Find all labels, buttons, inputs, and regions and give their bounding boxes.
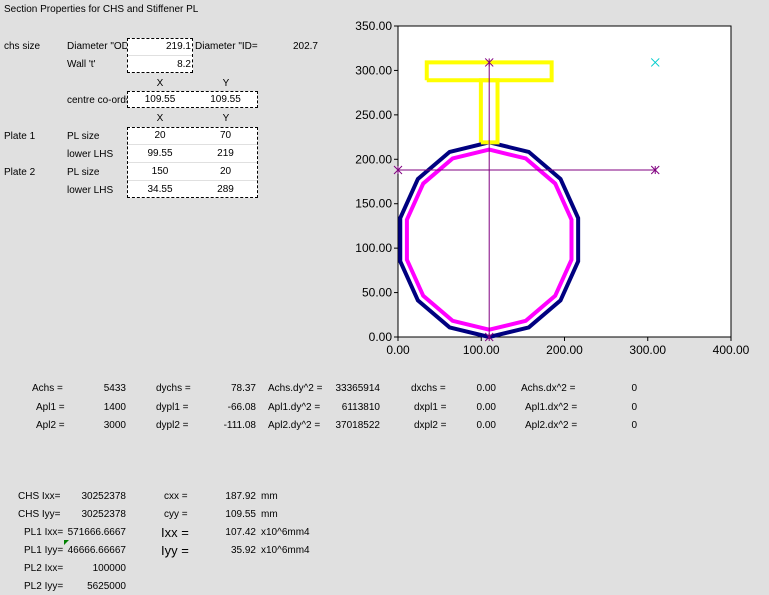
calc-label-dxpl1: dxpl1 = [414, 402, 447, 413]
plate1-size-y-input[interactable]: 70 [193, 127, 258, 144]
plate1-lhs-x-input[interactable]: 99.55 [127, 145, 193, 162]
comment-indicator-icon[interactable] [64, 540, 69, 545]
calc-value-apl2: 3000 [103, 420, 126, 431]
diameter-id-value: 202.7 [292, 41, 318, 52]
result-label-iyy: Iyy = [161, 543, 189, 558]
calc-value-achs: 5433 [103, 383, 126, 394]
plate2-lhs-x-input[interactable]: 34.55 [127, 181, 193, 198]
y-tick-label: 50.00 [362, 286, 392, 300]
y-header: Y [222, 78, 230, 89]
plate2-lhs-label: lower LHS [67, 185, 114, 196]
result-unit-cxx: mm [261, 491, 278, 502]
x-header: X [156, 78, 164, 89]
section-chart: 0.00 50.00 100.00 150.00 200.00 250.00 300.00 3… [355, 19, 750, 357]
calc-label-dxchs: dxchs = [411, 383, 446, 394]
calc-label-dychs: dychs = [156, 383, 191, 394]
centre-y-input[interactable]: 109.55 [193, 91, 258, 108]
result-value-ixx: 107.42 [225, 527, 256, 538]
inertia-value-pl2-ixx: 100000 [92, 563, 126, 574]
calc-label-dypl2: dypl2 = [156, 420, 189, 431]
centre-x-input[interactable]: 109.55 [127, 91, 193, 108]
calc-value-dychs: 78.37 [230, 383, 256, 394]
calc-value-achs-dx2: 0 [631, 383, 637, 394]
y-tick-label: 0.00 [369, 330, 393, 344]
centre-label: centre co-ords [67, 95, 131, 106]
plate1-lhs-y-input[interactable]: 219 [193, 145, 258, 162]
calc-value-dxchs: 0.00 [476, 383, 496, 394]
plate2-size-label: PL size [67, 167, 100, 178]
calc-value-apl1-dy2: 6113810 [341, 402, 380, 413]
inertia-value-pl2-iyy: 5625000 [87, 581, 126, 592]
plate2-size-x-input[interactable]: 150 [127, 163, 193, 180]
inertia-value-chs-iyy: 30252378 [81, 509, 127, 520]
y-tick-label: 250.00 [355, 108, 392, 122]
calc-value-dxpl1: 0.00 [476, 402, 496, 413]
calc-value-apl1: 1400 [103, 402, 126, 413]
x-tick-label: 100.00 [463, 343, 500, 357]
calc-label-apl1-dx2: Apl1.dx^2 = [525, 402, 578, 413]
x-header-2: X [156, 113, 164, 124]
plate1-size-x-input[interactable]: 20 [127, 127, 193, 144]
calc-label-achs-dx2: Achs.dx^2 = [521, 383, 576, 394]
result-value-iyy: 35.92 [230, 545, 256, 556]
result-label-cyy: cyy = [164, 509, 188, 520]
calc-label-apl2: Apl2 = [36, 420, 65, 431]
calc-value-dypl1: -66.08 [227, 402, 256, 413]
x-tick-label: 400.00 [713, 343, 750, 357]
calc-label-achs: Achs = [32, 383, 63, 394]
wall-thickness-input[interactable]: 8.2 [127, 56, 193, 73]
plate1-size-label: PL size [67, 131, 100, 142]
y-tick-label: 100.00 [355, 241, 392, 255]
calc-label-achs-dy2: Achs.dy^2 = [268, 383, 323, 394]
diameter-od-input[interactable]: 219.1 [127, 38, 193, 55]
result-value-cxx: 187.92 [225, 491, 256, 502]
calc-label-dxpl2: dxpl2 = [414, 420, 447, 431]
inertia-label-pl2-iyy: PL2 Iyy= [24, 581, 64, 592]
result-unit-ixx: x10^6mm4 [261, 527, 310, 538]
plate1-label: Plate 1 [4, 131, 36, 142]
calc-value-apl2-dy2: 37018522 [335, 420, 381, 431]
result-label-ixx: Ixx = [161, 525, 189, 540]
inertia-value-pl1-iyy: 46666.66667 [67, 545, 126, 556]
page-title: Section Properties for CHS and Stiffener… [4, 4, 199, 15]
calc-label-apl2-dy2: Apl2.dy^2 = [268, 420, 321, 431]
inertia-value-pl1-ixx: 571666.6667 [67, 527, 126, 538]
y-header-2: Y [222, 113, 230, 124]
plate2-label: Plate 2 [4, 167, 36, 178]
plate2-size-y-input[interactable]: 20 [193, 163, 258, 180]
y-tick-label: 300.00 [355, 63, 392, 77]
calc-value-dxpl2: 0.00 [476, 420, 496, 431]
result-unit-iyy: x10^6mm4 [261, 545, 310, 556]
calc-value-apl2-dx2: 0 [631, 420, 637, 431]
plate1-lhs-label: lower LHS [67, 149, 114, 160]
calc-value-apl1-dx2: 0 [631, 402, 637, 413]
plate2-lhs-y-input[interactable]: 289 [193, 181, 258, 198]
calc-value-dypl2: -111.08 [223, 420, 256, 431]
calc-label-apl1: Apl1 = [36, 402, 65, 413]
x-tick-label: 0.00 [386, 343, 410, 357]
wall-label: Wall 't' [67, 59, 96, 70]
y-tick-label: 200.00 [355, 152, 392, 166]
x-tick-label: 300.00 [629, 343, 666, 357]
calc-label-apl2-dx2: Apl2.dx^2 = [525, 420, 578, 431]
inertia-label-pl2-ixx: PL2 Ixx= [24, 563, 64, 574]
inertia-label-pl1-ixx: PL1 Ixx= [24, 527, 64, 538]
diameter-id-label: Diameter "ID= [195, 41, 258, 52]
result-label-cxx: cxx = [164, 491, 188, 502]
inertia-value-chs-ixx: 30252378 [81, 491, 127, 502]
result-unit-cyy: mm [261, 509, 278, 520]
y-tick-label: 150.00 [355, 197, 392, 211]
calc-label-dypl1: dypl1 = [156, 402, 189, 413]
y-tick-label: 350.00 [355, 19, 392, 33]
x-tick-label: 200.00 [546, 343, 583, 357]
calc-label-apl1-dy2: Apl1.dy^2 = [268, 402, 321, 413]
calc-value-achs-dy2: 33365914 [335, 383, 381, 394]
inertia-label-chs-iyy: CHS Iyy= [18, 509, 61, 520]
inertia-label-chs-ixx: CHS Ixx= [18, 491, 61, 502]
diameter-od-label: Diameter "OD" [67, 41, 133, 52]
result-value-cyy: 109.55 [225, 509, 256, 520]
chs-size-label: chs size [4, 41, 41, 52]
inertia-label-pl1-iyy: PL1 Iyy= [24, 545, 64, 556]
